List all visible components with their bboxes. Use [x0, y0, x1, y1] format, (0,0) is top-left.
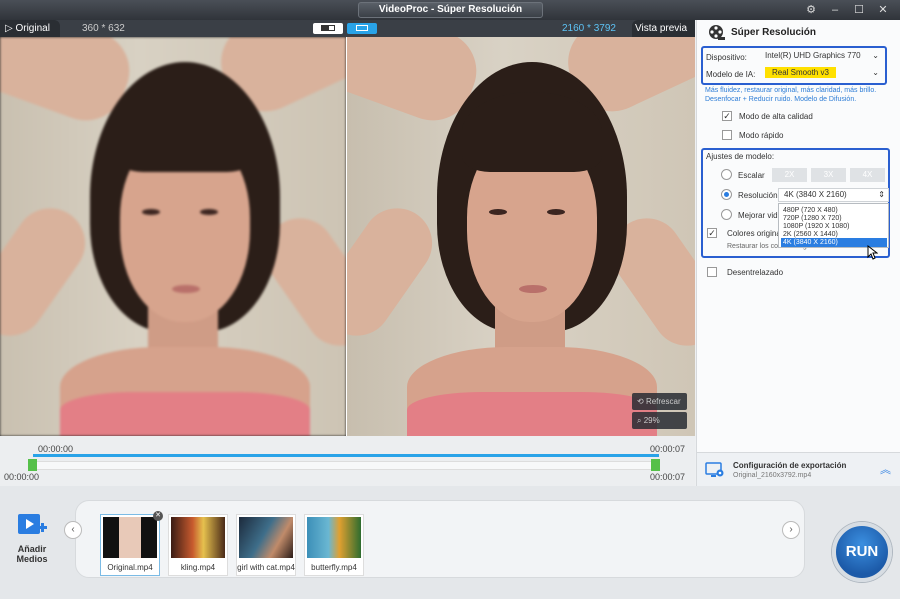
- resolution-label: Resolución: [738, 191, 778, 200]
- resolution-radio[interactable]: [721, 189, 732, 200]
- resolution-select[interactable]: 4K (3840 X 2160) ⇕: [778, 188, 889, 202]
- scroll-right-button[interactable]: ›: [782, 521, 800, 539]
- output-resolution: 2160 * 3792: [562, 23, 616, 34]
- media-item[interactable]: Original.mp4 ✕: [100, 511, 163, 576]
- timeline-trim-bar[interactable]: [33, 461, 659, 470]
- add-media-label: Añadir Medios: [16, 544, 48, 564]
- original-image: [0, 37, 346, 436]
- app-window: VideoProc - Súper Resolución ⚙ – ☐ ✕ ▷ O…: [0, 0, 900, 599]
- timeline-start-bottom: 00:00:00: [4, 472, 40, 482]
- zoom-icon: ⌕: [637, 416, 642, 425]
- mouse-cursor-icon: [867, 245, 878, 260]
- chevron-updown-icon: ⇕: [878, 190, 885, 199]
- improve-label: Mejorar vid: [738, 211, 778, 220]
- export-settings[interactable]: Configuración de exportación Original_21…: [697, 452, 900, 486]
- export-title: Configuración de exportación: [733, 461, 847, 470]
- media-name: butterfly.mp4: [311, 563, 357, 572]
- scale-2x-button[interactable]: 2X: [772, 168, 807, 182]
- refresh-button[interactable]: ⟲ Refrescar: [632, 393, 687, 410]
- media-item[interactable]: kling.mp4: [168, 514, 228, 576]
- hq-mode-checkbox[interactable]: ✓: [722, 111, 732, 121]
- export-settings-icon: [705, 462, 724, 477]
- settings-panel: Súper Resolución Dispositivo: Intel(R) U…: [696, 20, 900, 486]
- preview-label[interactable]: Vista previa: [632, 20, 695, 37]
- device-label: Dispositivo:: [706, 53, 747, 62]
- media-thumbnail: [103, 517, 157, 558]
- preview-area: ⟲ Refrescar ⌕ 29%: [0, 37, 695, 436]
- original-label: Original: [15, 23, 50, 34]
- panel-title: Súper Resolución: [731, 27, 817, 38]
- film-reel-icon: [709, 25, 725, 40]
- resolution-dropdown-list: 480P (720 X 480) 720P (1280 X 720) 1080P…: [778, 203, 889, 248]
- original-colors-checkbox[interactable]: ✓: [707, 228, 717, 238]
- media-name: kling.mp4: [180, 563, 216, 572]
- close-button[interactable]: ✕: [872, 2, 894, 18]
- model-hint-2: Desenfocar + Reducir ruido. Modelo de Di…: [705, 96, 857, 103]
- media-name: Original.mp4: [107, 563, 153, 572]
- improve-radio[interactable]: [721, 209, 732, 220]
- media-name: girl with cat.mp4: [237, 563, 295, 572]
- trim-end-handle[interactable]: [651, 459, 660, 471]
- minimize-button[interactable]: –: [824, 2, 846, 18]
- scale-label: Escalar: [738, 171, 765, 180]
- trim-start-handle[interactable]: [28, 459, 37, 471]
- resolution-value: 4K (3840 X 2160): [784, 190, 847, 199]
- add-media-button[interactable]: Añadir Medios: [4, 510, 60, 564]
- original-colors-label: Colores original: [727, 229, 783, 238]
- refresh-label: Refrescar: [645, 397, 681, 406]
- media-strip: Añadir Medios ‹ › Original.mp4 ✕ kling.m…: [0, 486, 900, 599]
- split-compare-button[interactable]: [313, 23, 343, 34]
- device-select[interactable]: Intel(R) UHD Graphics 770 ⌄: [760, 50, 882, 64]
- scroll-left-button[interactable]: ‹: [64, 521, 82, 539]
- add-media-icon: [18, 514, 47, 534]
- preview-header: ▷ Original 360 * 632 2160 * 3792 Vista p…: [0, 20, 695, 37]
- timeline-start-top: 00:00:00: [38, 444, 74, 454]
- maximize-button[interactable]: ☐: [848, 2, 870, 18]
- chevron-down-icon: ⌄: [872, 51, 879, 60]
- scale-3x-button[interactable]: 3X: [811, 168, 846, 182]
- enhanced-image: [347, 37, 695, 436]
- device-value: Intel(R) UHD Graphics 770: [765, 51, 861, 60]
- model-value: Real Smooth v3: [765, 67, 836, 78]
- split-left-icon: [321, 25, 328, 31]
- split-right-icon: [328, 25, 335, 31]
- model-hint-1: Más fluidez, restaurar original, más cla…: [705, 87, 877, 94]
- media-item[interactable]: butterfly.mp4: [304, 514, 364, 576]
- chevron-down-icon: ⌄: [872, 68, 879, 77]
- single-view-button[interactable]: [347, 23, 377, 34]
- fast-mode-checkbox[interactable]: [722, 130, 732, 140]
- single-view-icon: [356, 25, 368, 31]
- chevron-up-icon[interactable]: ︽: [880, 461, 891, 477]
- model-label: Modelo de IA:: [706, 70, 756, 79]
- window-title: VideoProc - Súper Resolución: [358, 2, 543, 18]
- fast-mode-label: Modo rápido: [739, 131, 784, 140]
- settings-gear-icon[interactable]: ⚙: [800, 2, 822, 18]
- hq-mode-label: Modo de alta calidad: [739, 112, 813, 121]
- title-bar: VideoProc - Súper Resolución ⚙ – ☐ ✕: [0, 0, 900, 20]
- original-resolution: 360 * 632: [82, 23, 125, 34]
- original-tag[interactable]: ▷ Original: [0, 20, 60, 37]
- media-thumbnail: [307, 517, 361, 558]
- scale-4x-button[interactable]: 4X: [850, 168, 885, 182]
- remove-media-icon[interactable]: ✕: [153, 511, 163, 521]
- timeline-end-bottom: 00:00:07: [650, 472, 686, 482]
- zoom-label: 29%: [643, 416, 660, 425]
- timeline-end-top: 00:00:07: [650, 444, 686, 454]
- deinterlace-checkbox[interactable]: [707, 267, 717, 277]
- media-thumbnail: [239, 517, 293, 558]
- model-select[interactable]: Real Smooth v3 ⌄: [760, 67, 882, 81]
- media-item[interactable]: girl with cat.mp4: [236, 514, 296, 576]
- run-button[interactable]: RUN: [832, 522, 892, 582]
- zoom-button[interactable]: ⌕ 29%: [632, 412, 687, 429]
- deinterlace-label: Desentrelazado: [727, 268, 784, 277]
- export-filename: Original_2160x3792.mp4: [733, 472, 812, 479]
- timeline: 00:00:00 00:00:07 00:00:00 00:00:07: [0, 436, 695, 486]
- model-settings-title: Ajustes de modelo:: [706, 152, 775, 161]
- scale-radio[interactable]: [721, 169, 732, 180]
- media-thumbnail: [171, 517, 225, 558]
- timeline-progress[interactable]: [33, 454, 659, 457]
